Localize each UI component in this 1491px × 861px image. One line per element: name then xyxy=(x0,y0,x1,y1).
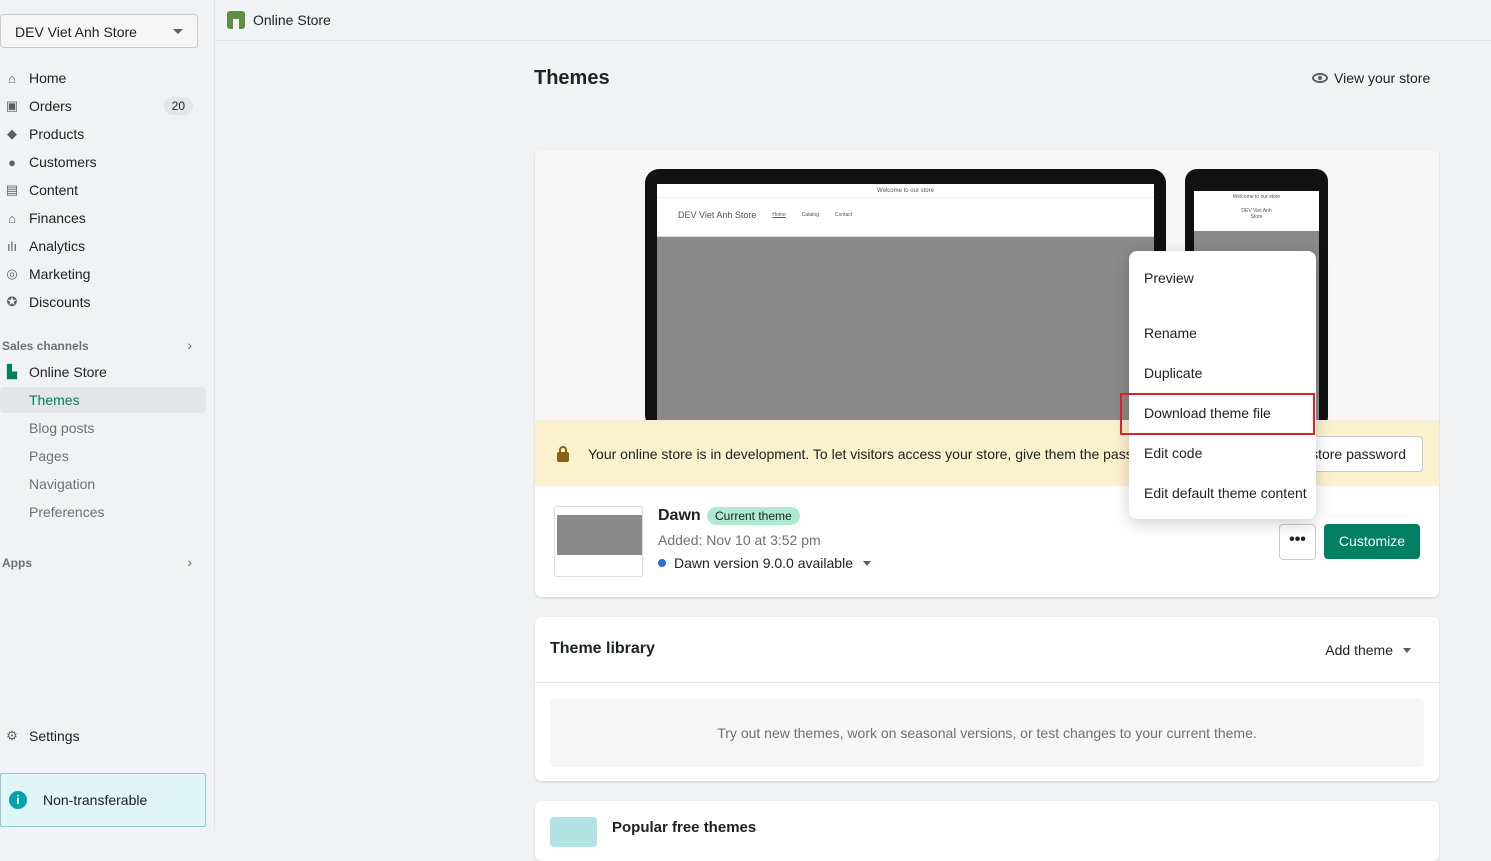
label: Sales channels xyxy=(2,339,89,353)
preview-store-name: DEV Viet Anh Store xyxy=(678,210,757,220)
label: Apps xyxy=(2,556,32,570)
label: Products xyxy=(29,126,85,142)
label: Marketing xyxy=(29,266,91,282)
lock-icon xyxy=(557,445,569,462)
menu-item-edit-code[interactable]: Edit code xyxy=(1144,445,1202,461)
menu-item-preview[interactable]: Preview xyxy=(1144,270,1194,286)
top-bar: Online Store xyxy=(215,0,1491,41)
label: View your store xyxy=(1334,70,1431,86)
menu-item-duplicate[interactable]: Duplicate xyxy=(1144,365,1202,381)
label: Analytics xyxy=(29,238,86,254)
label: Add theme xyxy=(1325,642,1393,658)
chevron-right-icon: › xyxy=(187,554,192,570)
popular-themes-image xyxy=(550,817,597,847)
popular-themes-card: Popular free themes xyxy=(535,801,1439,861)
view-store-link[interactable]: View your store xyxy=(1312,70,1430,86)
menu-item-edit-default-theme-content[interactable]: Edit default theme content xyxy=(1144,485,1307,501)
sidebar-item-settings[interactable]: ⚙ Settings xyxy=(0,722,205,750)
person-icon: ● xyxy=(8,154,16,170)
preview-nav: Home xyxy=(772,212,786,218)
caret-down-icon xyxy=(863,560,871,566)
label: Home xyxy=(29,70,67,86)
sidebar-item-marketing[interactable]: ◎ Marketing xyxy=(0,260,205,288)
preview-nav: Catalog xyxy=(801,212,819,218)
label: Non-transferable xyxy=(43,792,148,808)
theme-library-title: Theme library xyxy=(550,640,655,657)
theme-thumbnail xyxy=(554,506,643,577)
topbar-title: Online Store xyxy=(253,12,331,28)
info-icon: i xyxy=(9,791,27,809)
theme-library-empty: Try out new themes, work on seasonal ver… xyxy=(550,699,1424,767)
banner-text: Your online store is in development. To … xyxy=(588,445,1164,462)
discount-icon: ✪ xyxy=(6,294,18,309)
sidebar-item-discounts[interactable]: ✪ Discounts xyxy=(0,288,205,316)
version-available[interactable]: Dawn version 9.0.0 available xyxy=(658,555,871,571)
customize-button[interactable]: Customize xyxy=(1324,524,1420,559)
label: Settings xyxy=(29,728,80,744)
chevron-right-icon: › xyxy=(187,337,192,353)
label: Content xyxy=(29,182,79,198)
sidebar-sub-navigation[interactable]: Navigation xyxy=(0,471,206,497)
status-dot-icon xyxy=(658,559,666,567)
sidebar-sub-blog-posts[interactable]: Blog posts xyxy=(0,415,206,441)
theme-library-card: Theme library Add theme Try out new them… xyxy=(535,617,1439,781)
bar-chart-icon: ılı xyxy=(6,238,18,254)
sidebar-item-online-store[interactable]: ▙ Online Store xyxy=(0,358,205,386)
label: Finances xyxy=(29,210,86,226)
label: Discounts xyxy=(29,294,91,310)
sidebar-item-home[interactable]: ⌂ Home xyxy=(0,64,205,92)
label: Customers xyxy=(29,154,97,170)
caret-down-icon xyxy=(1403,647,1411,653)
theme-added-date: Added: Nov 10 at 3:52 pm xyxy=(658,532,821,548)
apps-header[interactable]: Apps › xyxy=(2,554,192,570)
announcement-bar: Welcome to our store xyxy=(657,184,1154,198)
preview-nav: Contact xyxy=(834,212,853,218)
popular-themes-title: Popular free themes xyxy=(612,819,757,836)
menu-item-rename[interactable]: Rename xyxy=(1144,325,1197,341)
sidebar-item-finances[interactable]: ⌂ Finances xyxy=(0,204,205,232)
inbox-icon: ▣ xyxy=(5,98,19,113)
label: Online Store xyxy=(29,364,107,380)
theme-name: Dawn xyxy=(658,507,701,524)
desktop-preview: Welcome to our store DEV Viet Anh Store … xyxy=(645,169,1166,420)
home-icon: ⌂ xyxy=(8,70,16,86)
sales-channels-header[interactable]: Sales channels › xyxy=(2,337,192,353)
store-name: DEV Viet Anh Store xyxy=(15,24,137,40)
announcement-bar: Welcome to our store xyxy=(1232,194,1281,200)
current-theme-badge: Current theme xyxy=(707,507,800,525)
bank-icon: ⌂ xyxy=(8,210,16,226)
label: Orders xyxy=(29,98,72,114)
sidebar-item-content[interactable]: ▤ Content xyxy=(0,176,205,204)
sidebar-sub-themes[interactable]: Themes xyxy=(0,387,206,413)
gear-icon: ⚙ xyxy=(6,728,18,743)
highlight-box xyxy=(1120,393,1315,435)
target-icon: ◎ xyxy=(6,266,18,281)
theme-actions-menu: Preview Rename Duplicate Download theme … xyxy=(1129,251,1316,519)
sidebar-item-products[interactable]: ◆ Products xyxy=(0,120,205,148)
store-icon: ▙ xyxy=(7,364,17,379)
page-title: Themes xyxy=(534,67,610,89)
sidebar-item-orders[interactable]: ▣ Orders 20 xyxy=(0,92,205,120)
orders-count-badge: 20 xyxy=(163,97,193,115)
sidebar-item-analytics[interactable]: ılı Analytics xyxy=(0,232,205,260)
sidebar-sub-preferences[interactable]: Preferences xyxy=(0,499,206,525)
content-icon: ▤ xyxy=(5,182,19,197)
non-transferable-notice[interactable]: i Non-transferable xyxy=(0,773,206,827)
label: Dawn version 9.0.0 available xyxy=(674,555,853,571)
more-actions-button[interactable]: ••• xyxy=(1279,524,1316,560)
caret-down-icon xyxy=(173,29,183,34)
add-theme-button[interactable]: Add theme xyxy=(1325,642,1411,658)
online-store-icon xyxy=(227,11,245,29)
tag-icon: ◆ xyxy=(7,126,17,141)
preview-store-name: DEV Viet Anh Store xyxy=(1241,208,1272,220)
store-selector[interactable]: DEV Viet Anh Store xyxy=(0,14,198,48)
sidebar-item-customers[interactable]: ● Customers xyxy=(0,148,205,176)
eye-icon xyxy=(1312,73,1328,83)
sidebar-sub-pages[interactable]: Pages xyxy=(0,443,206,469)
sidebar: DEV Viet Anh Store ⌂ Home ▣ Orders 20 ◆ Prod… xyxy=(0,0,215,830)
